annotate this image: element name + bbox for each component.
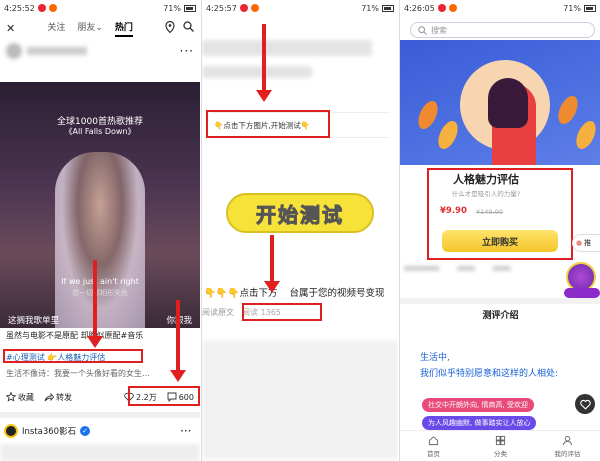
article-header [202, 66, 312, 78]
tab-home-label: 首页 [427, 449, 440, 458]
panel-article: 4:25:57 71% 👇点击下方图片,开始测试👇 开始测试 👇👇👇点击下方 台属… [201, 0, 398, 461]
notification-icon [448, 4, 457, 12]
search-placeholder: 搜索 [431, 25, 447, 35]
heart-icon[interactable] [575, 394, 595, 414]
video-player[interactable]: 全球1000首热歌推荐 《All Falls Down》 If we just … [0, 82, 200, 328]
status-time: 4:26:05 [404, 3, 435, 13]
highlight-box [128, 386, 200, 406]
slogan-line-2: 我们似乎特别愿意和这样的人相处: [420, 369, 559, 379]
tab-mine-label: 我的评估 [554, 449, 581, 458]
status-bar: 4:26:05 71% [400, 0, 600, 16]
search-icon[interactable] [183, 21, 194, 35]
slogan-line-1: 生活中, [420, 353, 450, 363]
home-icon [428, 435, 439, 445]
battery-icon [584, 4, 596, 12]
status-bar: 4:25:52 71% [0, 0, 200, 16]
more-icon[interactable]: ··· [180, 424, 191, 438]
verified-icon: ✓ [80, 426, 91, 436]
bottom-tabbar: 首页 分类 我的评估 [400, 430, 600, 461]
star-icon [6, 392, 16, 402]
trait-pill: 为人风趣幽默, 做事踏实让人放心 [422, 416, 537, 430]
video-subtitle: 《All Falls Down》 [64, 127, 136, 136]
next-post-author[interactable]: Insta360影石 ✓ [4, 424, 91, 438]
chevron-down-icon: ⌄ [95, 22, 103, 33]
lyric-cn: 若一切都相形失色 [72, 289, 128, 297]
avatar [4, 424, 18, 438]
subtitle-left: 这搁我歌单里 [8, 316, 60, 326]
post-author[interactable]: ··· [0, 40, 200, 62]
product-meta: ▪▪▪▪▪▪▪▪ ▪▪▪▪ ▪▪▪▪ [404, 264, 511, 272]
close-icon[interactable]: ✕ [6, 22, 15, 35]
highlight-box [427, 168, 573, 260]
share-button[interactable]: 转发 [44, 392, 72, 403]
more-icon[interactable]: ··· [180, 44, 194, 58]
tab-category-label: 分类 [494, 449, 507, 458]
leaf-decoration [414, 98, 442, 132]
location-icon[interactable] [165, 20, 175, 36]
account-name: Insta360影石 [22, 427, 77, 437]
tab-mine[interactable]: 我的评估 [534, 431, 600, 461]
notification-icon [239, 4, 248, 12]
trait-pill: 社交中开朗外向, 情商高, 受欢迎 [422, 398, 534, 412]
video-subtitles: 这搁我歌单里 你跟我 [0, 314, 200, 326]
battery-icon [382, 4, 394, 12]
leaf-decoration [554, 93, 582, 127]
leaf-decoration [434, 118, 462, 152]
tab-home[interactable]: 首页 [400, 431, 467, 461]
tab-hot[interactable]: 热门 [114, 20, 133, 37]
start-test-label: 开始测试 [256, 202, 344, 227]
article-text: 👇👇👇点击下方 台属于您的视频号变现 [204, 285, 385, 299]
status-time: 4:25:57 [206, 3, 237, 13]
hero-banner [400, 40, 600, 165]
notification-icon [250, 4, 259, 12]
notification-icon [48, 4, 57, 12]
search-input[interactable]: 搜索 [410, 22, 595, 38]
avatar [6, 43, 22, 59]
top-nav: ✕ 关注 朋友⌄ 热门 [0, 16, 200, 40]
start-test-button[interactable]: 开始测试 [226, 193, 374, 233]
battery-percent: 71% [361, 3, 379, 13]
floating-label [564, 288, 600, 298]
section-title: 测评介绍 [400, 298, 600, 321]
status-bar: 4:25:57 71% [202, 0, 398, 16]
notification-icon [437, 4, 446, 12]
author-name [27, 47, 87, 55]
panel-video-feed: 4:25:52 71% ✕ 关注 朋友⌄ 热门 ··· 全球1000首热歌推荐 … [0, 0, 200, 461]
article-text-right: 台属于您的视频号变现 [289, 288, 385, 299]
user-icon [562, 435, 573, 445]
divider [0, 412, 200, 418]
battery-percent: 71% [163, 3, 181, 13]
panel-product: 4:26:05 71% 搜索 人格魅力评估 什么才是吸引人的力量? ¥9.90 … [399, 0, 600, 461]
read-original-link[interactable]: 阅读原文 [202, 307, 234, 318]
highlight-box [206, 110, 330, 138]
article-header [202, 40, 372, 56]
tab-friends-label: 朋友 [77, 22, 96, 33]
side-badge[interactable]: ● 推 [572, 234, 600, 252]
category-icon [495, 435, 506, 445]
lyric-en: If we just ain't right [61, 277, 139, 286]
battery-icon [184, 4, 196, 12]
comment-area [202, 340, 398, 460]
comment-preview: 生活不像诗：我要一个头像好看的女生… [6, 369, 150, 378]
next-post-preview [0, 444, 200, 461]
leaf-decoration [572, 118, 600, 152]
share-label: 转发 [56, 392, 72, 402]
side-badge-label: 推 [584, 239, 592, 247]
share-icon [44, 392, 54, 402]
video-figure [55, 152, 145, 328]
intro-slogan: 生活中, 我们似乎特别愿意和这样的人相处: [420, 350, 558, 382]
gift-icon: ● [576, 239, 583, 247]
hero-hair [488, 78, 528, 128]
tab-follow[interactable]: 关注 [47, 20, 65, 37]
favorite-label: 收藏 [18, 392, 34, 402]
tab-category[interactable]: 分类 [467, 431, 534, 461]
highlight-box [3, 349, 143, 363]
search-icon [418, 26, 427, 35]
favorite-button[interactable]: 收藏 [6, 392, 34, 403]
battery-percent: 71% [563, 3, 581, 13]
status-time: 4:25:52 [4, 3, 35, 13]
notification-icon [37, 4, 46, 12]
highlight-box [242, 303, 322, 321]
tab-friends[interactable]: 朋友⌄ [77, 20, 103, 37]
